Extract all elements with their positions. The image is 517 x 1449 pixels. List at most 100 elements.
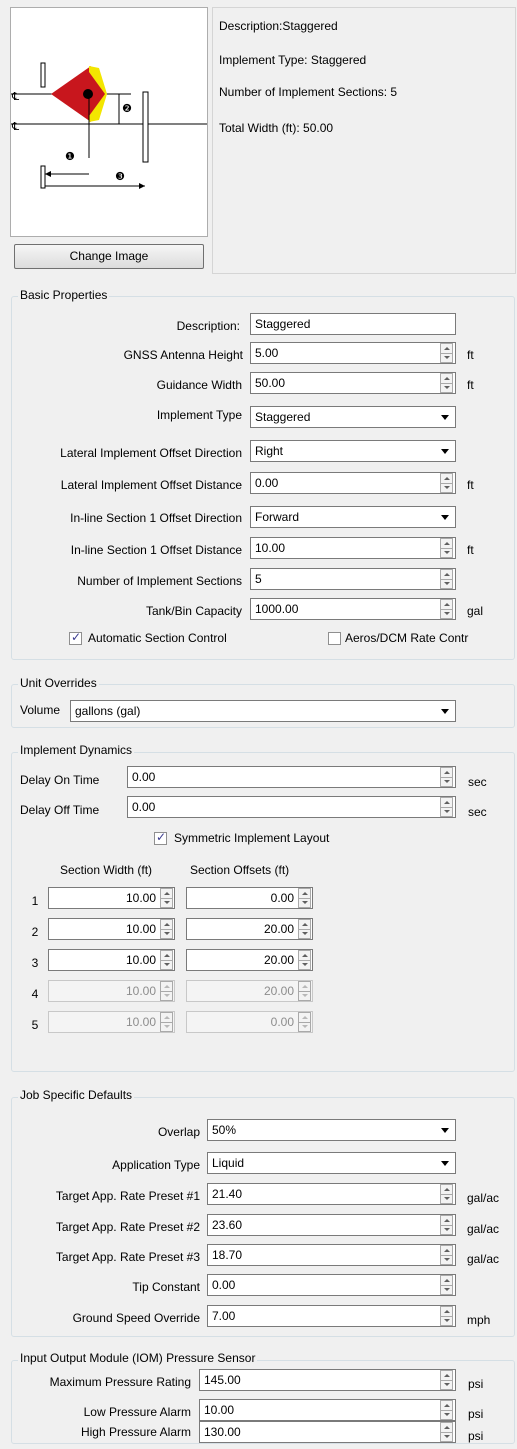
preset2-label: Target App. Rate Preset #2 <box>55 1220 200 1234</box>
delay-off-input[interactable]: 0.00 <box>127 796 456 818</box>
guidance-label: Guidance Width <box>156 378 242 392</box>
inline-direction-value: Forward <box>255 510 300 524</box>
summary-sections: Number of Implement Sections: 5 <box>219 85 398 99</box>
implement-type-select[interactable]: Staggered <box>250 406 456 428</box>
delay-off-unit: sec <box>468 805 487 819</box>
preset2-input[interactable]: 23.60 <box>207 1214 456 1236</box>
aeros-checkbox[interactable] <box>328 632 341 645</box>
implement-dynamics-title: Implement Dynamics <box>18 743 135 757</box>
gnss-input[interactable]: 5.00 <box>250 342 456 364</box>
marker-one: ❶ <box>65 150 75 163</box>
lateral-distance-label: Lateral Implement Offset Distance <box>60 478 242 492</box>
tip-constant-label: Tip Constant <box>132 1280 200 1294</box>
app-type-select[interactable]: Liquid <box>207 1152 456 1174</box>
section-width-spinner <box>160 981 173 1001</box>
high-pressure-unit: psi <box>468 1429 484 1443</box>
max-pressure-unit: psi <box>468 1377 484 1391</box>
chevron-down-icon <box>441 1161 449 1166</box>
lateral-distance-unit: ft <box>467 478 474 492</box>
checkmark-icon: ✓ <box>156 830 167 844</box>
section-offset-input[interactable]: 0.00 <box>186 887 313 909</box>
summary-description: Description:Staggered <box>219 19 338 33</box>
section-width-spinner[interactable] <box>160 888 173 908</box>
delay-on-spinner[interactable] <box>440 767 453 787</box>
tank-capacity-spinner[interactable] <box>440 599 453 619</box>
low-pressure-label: Low Pressure Alarm <box>83 1405 191 1419</box>
tip-constant-input[interactable]: 0.00 <box>207 1274 456 1296</box>
auto-section-checkbox[interactable]: ✓ <box>69 630 82 645</box>
gnss-spinner[interactable] <box>440 343 453 363</box>
inline-direction-label: In-line Section 1 Offset Direction <box>70 511 242 525</box>
guidance-unit: ft <box>467 378 474 392</box>
max-pressure-input[interactable]: 145.00 <box>199 1369 456 1391</box>
section-row-index: 4 <box>31 987 39 1001</box>
preset2-unit: gal/ac <box>467 1222 500 1236</box>
guidance-spinner[interactable] <box>440 373 453 393</box>
section-offset-spinner[interactable] <box>298 919 311 939</box>
aeros-label: Aeros/DCM Rate Contr <box>345 631 469 645</box>
preset1-input[interactable]: 21.40 <box>207 1183 456 1205</box>
tank-capacity-input[interactable]: 1000.00 <box>250 598 456 620</box>
section-offset-spinner[interactable] <box>298 950 311 970</box>
ground-speed-unit: mph <box>467 1313 491 1327</box>
guidance-input[interactable]: 50.00 <box>250 372 456 394</box>
lateral-direction-label: Lateral Implement Offset Direction <box>60 446 242 460</box>
overlap-select[interactable]: 50% <box>207 1119 456 1141</box>
section-offset-spinner[interactable] <box>298 888 311 908</box>
implement-diagram: ℄ ℄ ❶ ❷ ❸ <box>11 62 207 189</box>
high-pressure-spinner[interactable] <box>440 1422 453 1442</box>
inline-direction-select[interactable]: Forward <box>250 506 456 528</box>
preset1-spinner[interactable] <box>440 1184 453 1204</box>
preset3-input[interactable]: 18.70 <box>207 1244 456 1266</box>
inline-distance-unit: ft <box>467 543 474 557</box>
section-offset-input[interactable]: 20.00 <box>186 949 313 971</box>
max-pressure-label: Maximum Pressure Rating <box>49 1375 191 1389</box>
high-pressure-input[interactable]: 130.00 <box>199 1421 456 1443</box>
ground-speed-input[interactable]: 7.00 <box>207 1305 456 1327</box>
volume-select[interactable]: gallons (gal) <box>70 700 456 722</box>
lateral-distance-input[interactable]: 0.00 <box>250 472 456 494</box>
description-input[interactable]: Staggered <box>250 313 456 335</box>
section-offset-input: 20.00 <box>186 980 313 1002</box>
low-pressure-unit: psi <box>468 1407 484 1421</box>
preset3-label: Target App. Rate Preset #3 <box>55 1250 200 1264</box>
preset3-spinner[interactable] <box>440 1245 453 1265</box>
preset2-spinner[interactable] <box>440 1215 453 1235</box>
num-sections-input[interactable]: 5 <box>250 568 456 590</box>
low-pressure-spinner[interactable] <box>440 1400 453 1420</box>
lateral-direction-select[interactable]: Right <box>250 440 456 462</box>
num-sections-spinner[interactable] <box>440 569 453 589</box>
job-defaults-title: Job Specific Defaults <box>18 1088 135 1102</box>
section-row-index: 3 <box>31 956 39 970</box>
section-offset-input[interactable]: 20.00 <box>186 918 313 940</box>
symmetric-layout-checkbox[interactable]: ✓ <box>154 830 167 845</box>
unit-overrides-title: Unit Overrides <box>18 676 99 690</box>
tip-constant-spinner[interactable] <box>440 1275 453 1295</box>
section-width-spinner[interactable] <box>160 950 173 970</box>
section-width-input[interactable]: 10.00 <box>48 949 175 971</box>
delay-off-spinner[interactable] <box>440 797 453 817</box>
preset3-unit: gal/ac <box>467 1252 500 1266</box>
section-width-input: 10.00 <box>48 980 175 1002</box>
section-width-spinner[interactable] <box>160 919 173 939</box>
max-pressure-spinner[interactable] <box>440 1370 453 1390</box>
description-label: Description: <box>176 319 240 333</box>
svg-text:℄: ℄ <box>11 120 19 133</box>
delay-on-label: Delay On Time <box>20 773 100 787</box>
volume-value: gallons (gal) <box>75 704 141 718</box>
chevron-down-icon <box>441 1128 449 1133</box>
section-width-input[interactable]: 10.00 <box>48 918 175 940</box>
marker-three: ❸ <box>115 170 125 183</box>
delay-on-input[interactable]: 0.00 <box>127 766 456 788</box>
inline-distance-input[interactable]: 10.00 <box>250 537 456 559</box>
low-pressure-input[interactable]: 10.00 <box>199 1399 456 1421</box>
inline-distance-spinner[interactable] <box>440 538 453 558</box>
section-width-spinner <box>160 1012 173 1032</box>
volume-label: Volume <box>20 703 61 717</box>
ground-speed-spinner[interactable] <box>440 1306 453 1326</box>
lateral-distance-spinner[interactable] <box>440 473 453 493</box>
delay-on-unit: sec <box>468 775 487 789</box>
section-width-input[interactable]: 10.00 <box>48 887 175 909</box>
change-image-button[interactable]: Change Image <box>14 244 204 269</box>
implement-type-label: Implement Type <box>156 408 242 422</box>
